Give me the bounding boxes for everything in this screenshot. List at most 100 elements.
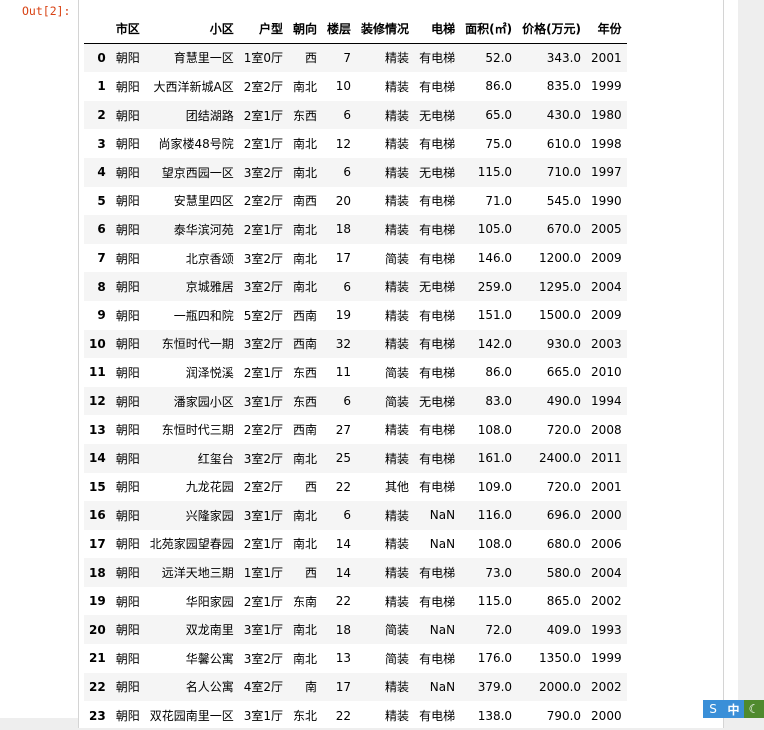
column-header: 朝向 (288, 14, 323, 44)
table-cell: 1993 (591, 622, 622, 637)
table-cell: 朝阳 (115, 537, 140, 552)
table-cell: 南北 (293, 537, 318, 552)
table-cell: 2011 (591, 451, 622, 466)
table-cell: 14 (335, 536, 352, 551)
output-prompt: Out[2]: (22, 4, 71, 18)
table-cell: 18 (335, 622, 352, 637)
table-cell: 4室2厅 (243, 680, 284, 695)
table-row: 20 朝阳 双龙南里 3室1厅 南北 18 简装 NaN 72.0 409.0 1993 (84, 615, 627, 645)
table-row: 11 朝阳 润泽悦溪 2室1厅 东西 11 简装 有电梯 86.0 665.0 2010 (84, 358, 627, 387)
table-cell: 11 (335, 365, 352, 380)
table-cell: 朝阳 (115, 365, 140, 380)
table-cell: 一瓶四和院 (173, 308, 234, 323)
row-index: 22 (89, 679, 106, 694)
column-header: 市区 (110, 14, 145, 44)
row-index: 8 (97, 279, 106, 294)
table-cell: 71.0 (485, 193, 513, 208)
table-cell: 2009 (591, 251, 622, 266)
table-cell: 86.0 (485, 79, 513, 94)
table-cell: 南北 (293, 508, 318, 523)
table-cell: 精装 (385, 280, 410, 295)
table-cell: 116.0 (477, 508, 513, 523)
table-cell: 176.0 (477, 651, 513, 666)
table-cell: 有电梯 (419, 337, 456, 352)
table-cell: 简装 (385, 251, 410, 266)
row-index: 14 (89, 451, 106, 466)
table-cell: 7 (343, 50, 352, 65)
table-cell: 朝阳 (115, 394, 140, 409)
ime-logo-icon[interactable]: S (703, 700, 723, 718)
table-cell: 25 (335, 451, 352, 466)
table-cell: 南北 (293, 280, 318, 295)
table-row: 8 朝阳 京城雅居 3室2厅 南北 6 精装 无电梯 259.0 1295.0 2004 (84, 272, 627, 301)
table-cell: 有电梯 (419, 709, 456, 724)
table-cell: 2008 (591, 422, 622, 437)
column-header: 面积(㎡) (460, 14, 518, 44)
table-cell: 西南 (293, 308, 318, 323)
table-cell: 17 (335, 679, 352, 694)
table-cell: 南北 (293, 451, 318, 466)
table-cell: 朝阳 (115, 423, 140, 438)
table-cell: 双龙南里 (185, 623, 234, 638)
table-cell: 安慧里四区 (173, 194, 234, 209)
table-cell: 西南 (293, 423, 318, 438)
table-cell: 5室2厅 (243, 308, 284, 323)
table-cell: 2005 (591, 222, 622, 237)
table-cell: 简装 (385, 394, 410, 409)
table-cell: 华馨公寓 (185, 651, 234, 666)
table-cell: 2室2厅 (243, 423, 284, 438)
table-cell: 北苑家园望春园 (149, 537, 234, 552)
table-cell: 665.0 (546, 365, 582, 380)
table-cell: 1997 (591, 165, 622, 180)
table-cell: 13 (335, 651, 352, 666)
table-cell: 朝阳 (115, 508, 140, 523)
table-cell: 育慧里一区 (173, 51, 234, 66)
table-cell: 东恒时代一期 (161, 337, 234, 352)
table-cell: 南西 (293, 194, 318, 209)
table-cell: 3室2厅 (243, 451, 284, 466)
table-cell: 3室2厅 (243, 651, 284, 666)
table-cell: 精装 (385, 51, 410, 66)
table-cell: 简装 (385, 623, 410, 638)
table-cell: 2室1厅 (243, 222, 284, 237)
table-cell: 有电梯 (419, 79, 456, 94)
table-cell: 无电梯 (419, 394, 456, 409)
table-cell: 835.0 (546, 79, 582, 94)
table-cell: 精装 (385, 194, 410, 209)
table-cell: 朝阳 (115, 480, 140, 495)
table-cell: 22 (335, 708, 352, 723)
table-cell: 580.0 (546, 565, 582, 580)
table-cell: 83.0 (485, 394, 513, 409)
table-row: 16 朝阳 兴隆家园 3室1厅 南北 6 精装 NaN 116.0 696.0 2000 (84, 501, 627, 530)
table-cell: 161.0 (477, 451, 513, 466)
table-cell: 75.0 (485, 136, 513, 151)
moon-icon[interactable]: ☾ (744, 700, 764, 718)
table-cell: 无电梯 (419, 108, 456, 123)
table-cell: NaN (429, 536, 456, 551)
ime-status-widget[interactable]: S 中 ☾ (703, 700, 764, 718)
table-cell: 105.0 (477, 222, 513, 237)
table-cell: 精装 (385, 680, 410, 695)
table-cell: 有电梯 (419, 137, 456, 152)
ime-language-toggle[interactable]: 中 (723, 700, 744, 718)
table-cell: 有电梯 (419, 308, 456, 323)
table-cell: 团结湖路 (185, 108, 234, 123)
table-cell: 2000.0 (539, 679, 582, 694)
table-cell: NaN (429, 679, 456, 694)
table-cell: 720.0 (546, 422, 582, 437)
table-cell: 2室2厅 (243, 194, 284, 209)
table-cell: 简装 (385, 365, 410, 380)
table-cell: 西 (305, 480, 318, 495)
index-header (84, 14, 111, 44)
table-cell: 18 (335, 222, 352, 237)
row-index: 18 (89, 565, 106, 580)
table-cell: 精装 (385, 79, 410, 94)
row-index: 19 (89, 594, 106, 609)
table-cell: 朝阳 (115, 566, 140, 581)
table-cell: 有电梯 (419, 651, 456, 666)
table-cell: 南北 (293, 651, 318, 666)
table-cell: 精装 (385, 566, 410, 581)
table-cell: 泰华滨河苑 (173, 222, 234, 237)
table-cell: 精装 (385, 137, 410, 152)
table-cell: 2002 (591, 679, 622, 694)
